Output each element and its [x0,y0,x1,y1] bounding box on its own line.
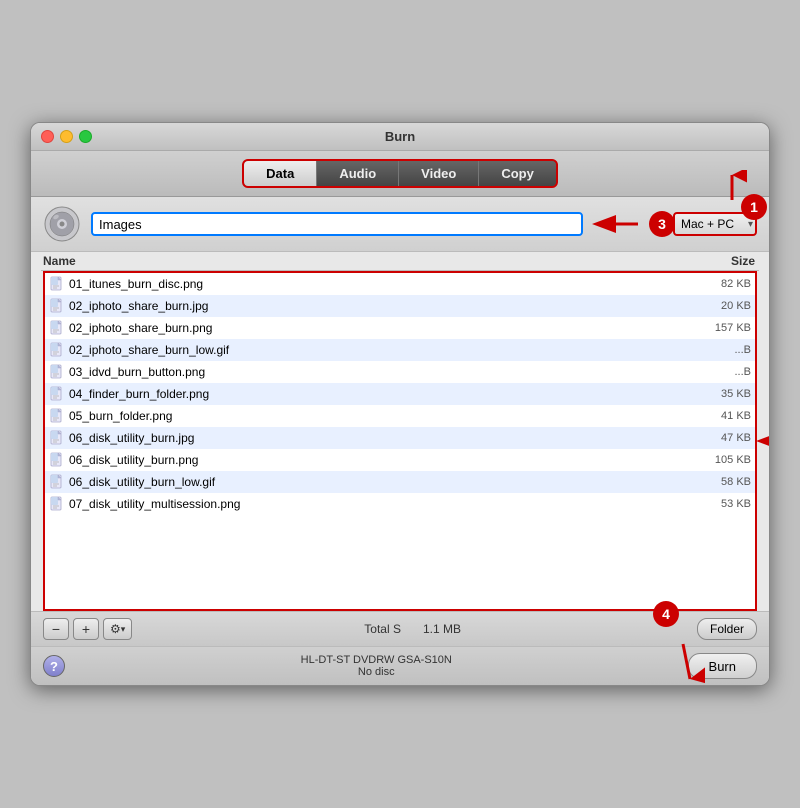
remove-button[interactable]: − [43,618,69,640]
total-size-annotation-overlap: ize: [401,622,423,636]
total-size-value: 1.1 MB [423,622,461,636]
file-icon [49,342,65,358]
table-row[interactable]: 03_idvd_burn_button.png...B [45,361,755,383]
burn-button[interactable]: Burn [688,653,757,679]
file-icon [49,364,65,380]
bottom-toolbar: − + ⚙ ▾ Total Size: 1.1 MB 4 [31,611,769,646]
maximize-button[interactable] [79,130,92,143]
help-button[interactable]: ? [43,655,65,677]
file-name: 06_disk_utility_burn_low.gif [69,475,676,489]
file-size: 53 KB [676,498,751,510]
file-name: 01_itunes_burn_disc.png [69,277,676,291]
file-icon [49,386,65,402]
list-wrapper: 01_itunes_burn_disc.png82 KB 02_iphoto_s… [43,271,757,611]
badge-3: 3 [649,211,675,237]
file-name: 02_iphoto_share_burn.png [69,321,676,335]
add-button[interactable]: + [73,618,99,640]
disc-icon [43,205,81,243]
minimize-button[interactable] [60,130,73,143]
file-name: 06_disk_utility_burn.png [69,453,676,467]
file-name: 05_burn_folder.png [69,409,676,423]
arrow-3-annotation [588,209,643,239]
column-size: Size [679,254,759,268]
close-button[interactable] [41,130,54,143]
tab-data[interactable]: Data [244,161,317,186]
table-row[interactable]: 02_iphoto_share_burn.jpg20 KB [45,295,755,317]
table-row[interactable]: 05_burn_folder.png41 KB [45,405,755,427]
titlebar: Burn [31,123,769,151]
device-info: HL-DT-ST DVDRW GSA-S10N No disc [65,654,688,678]
bottom-wrapper: − + ⚙ ▾ Total Size: 1.1 MB 4 [31,611,769,685]
folder-button[interactable]: Folder [697,618,757,640]
window-title: Burn [385,129,415,144]
table-row[interactable]: 06_disk_utility_burn_low.gif58 KB [45,471,755,493]
file-icon [49,474,65,490]
file-size: 58 KB [676,476,751,488]
tab-copy[interactable]: Copy [479,161,556,186]
column-name: Name [41,254,679,268]
settings-button[interactable]: ⚙ ▾ [103,618,132,640]
file-icon [49,408,65,424]
table-row[interactable]: 06_disk_utility_burn.png105 KB [45,449,755,471]
file-size: 47 KB [676,432,751,444]
file-size: 20 KB [676,300,751,312]
file-size: 105 KB [676,454,751,466]
tabbar: Data Audio Video Copy [31,151,769,197]
file-list-container: Name Size 01_itunes_burn_disc.png82 KB 0… [31,252,769,611]
table-row[interactable]: 02_iphoto_share_burn_low.gif...B [45,339,755,361]
column-headers: Name Size [41,252,759,271]
file-size: 157 KB [676,322,751,334]
table-row[interactable]: 06_disk_utility_burn.jpg47 KB [45,427,755,449]
toolbar-wrapper: 3 1 Mac + PC [31,197,769,252]
file-size: 35 KB [676,388,751,400]
main-content: Name Size 01_itunes_burn_disc.png82 KB 0… [31,252,769,685]
file-size: ...B [676,344,751,356]
file-name: 06_disk_utility_burn.jpg [69,431,676,445]
disc-name-input[interactable] [91,212,583,236]
badge-4: 4 [653,601,679,627]
tabs-container: Data Audio Video Copy [242,159,558,188]
file-icon [49,452,65,468]
traffic-lights [41,130,92,143]
toolbar: 3 1 Mac + PC [31,197,769,252]
file-icon [49,276,65,292]
file-icon [49,298,65,314]
tab-video[interactable]: Video [399,161,479,186]
file-size: 82 KB [676,278,751,290]
table-row[interactable]: 04_finder_burn_folder.png35 KB [45,383,755,405]
settings-icon: ⚙ [110,622,121,636]
file-icon [49,496,65,512]
table-row[interactable]: 02_iphoto_share_burn.png157 KB [45,317,755,339]
badge-1: 1 [741,194,767,220]
file-name: 02_iphoto_share_burn.jpg [69,299,676,313]
file-name: 07_disk_utility_multisession.png [69,497,676,511]
file-size: 41 KB [676,410,751,422]
file-name: 04_finder_burn_folder.png [69,387,676,401]
file-size: ...B [676,366,751,378]
settings-arrow: ▾ [121,624,126,635]
device-line1: HL-DT-ST DVDRW GSA-S10N [65,654,688,666]
file-icon [49,320,65,336]
file-icon [49,430,65,446]
total-size-label: Total Size: 1.1 MB [136,622,689,636]
tab-audio[interactable]: Audio [317,161,399,186]
total-size-text: Total S [364,622,401,636]
main-window: Burn Data Audio Video Copy [30,122,770,686]
table-row[interactable]: 01_itunes_burn_disc.png82 KB [45,273,755,295]
file-list[interactable]: 01_itunes_burn_disc.png82 KB 02_iphoto_s… [43,271,757,611]
file-name: 02_iphoto_share_burn_low.gif [69,343,676,357]
statusbar: ? HL-DT-ST DVDRW GSA-S10N No disc Burn [31,646,769,685]
device-line2: No disc [65,666,688,678]
table-row[interactable]: 07_disk_utility_multisession.png53 KB [45,493,755,515]
file-name: 03_idvd_burn_button.png [69,365,676,379]
